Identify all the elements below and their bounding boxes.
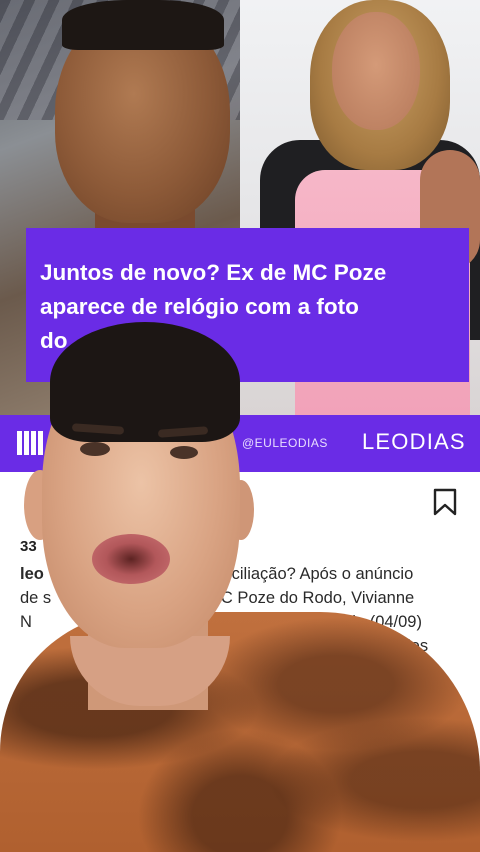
brand-handle: @EULEODIAS: [242, 436, 328, 450]
likes-count: 33: [20, 538, 37, 555]
brand-bar: @EULEODIAS LEODIAS: [0, 415, 480, 472]
photo-person-face: [332, 12, 420, 130]
article-line-4: do casal. Em um dos: [274, 637, 429, 655]
photo-person-hair: [62, 0, 224, 50]
article-body: leo econciliação? Após o anúncio de s MC P…: [20, 562, 465, 730]
article-line-6: seguidores: [360, 685, 441, 703]
headline-banner: Juntos de novo? Ex de MC Poze aparece de…: [26, 228, 469, 382]
headline-line-2: aparece de relógio com a foto: [40, 294, 359, 319]
article-line-5: aparece um: [350, 661, 438, 679]
article-line-3: Nnhã deste sábado (04/09): [20, 613, 422, 631]
article-username[interactable]: leo: [20, 565, 44, 583]
headline-line-3: do: [40, 328, 68, 353]
article-line-7: do a: [375, 709, 408, 727]
leodias-logo-icon: [17, 431, 43, 455]
brand-name: LEODIAS: [362, 429, 466, 454]
article-line-1: leo econciliação? Após o anúncio: [20, 565, 414, 583]
article-line-2: de s MC Poze do Rodo, Vivianne: [20, 589, 415, 607]
divider: [20, 760, 460, 761]
headline-line-1: Juntos de novo? Ex de MC Poze: [40, 260, 387, 285]
bookmark-icon[interactable]: [432, 488, 458, 516]
